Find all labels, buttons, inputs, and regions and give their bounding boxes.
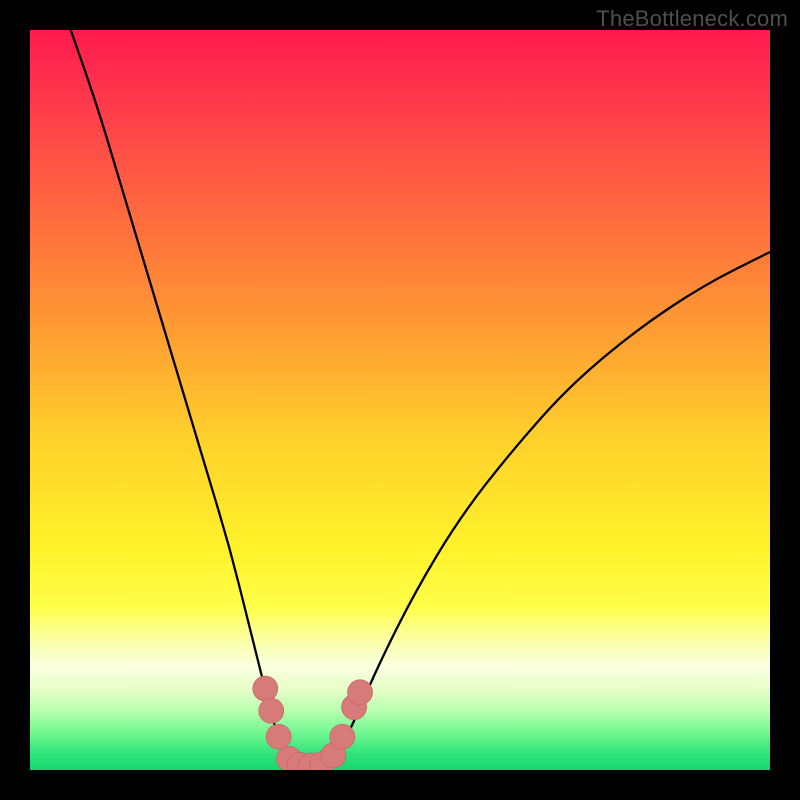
trough-markers — [253, 676, 373, 770]
trough-marker — [347, 680, 372, 705]
plot-area — [30, 30, 770, 770]
trough-marker — [253, 676, 278, 701]
trough-marker — [259, 698, 284, 723]
watermark-text: TheBottleneck.com — [596, 6, 788, 32]
trough-marker — [266, 724, 291, 749]
chart-svg — [30, 30, 770, 770]
right-curve — [326, 252, 770, 766]
trough-marker — [330, 724, 355, 749]
left-curve — [71, 30, 297, 766]
outer-frame: TheBottleneck.com — [0, 0, 800, 800]
